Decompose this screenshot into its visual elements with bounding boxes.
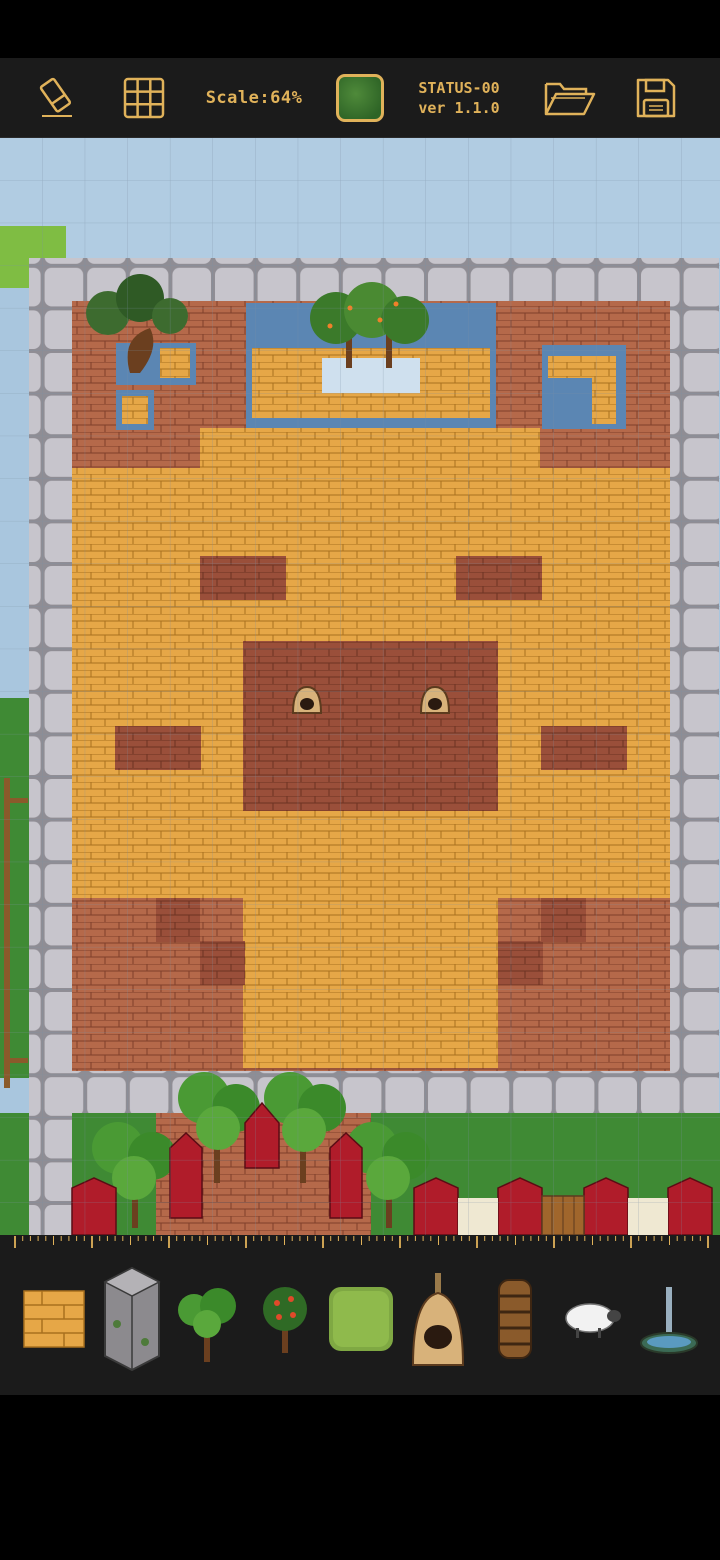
- map-svg: [0, 138, 720, 1235]
- palette-sand-brick[interactable]: [19, 1259, 89, 1379]
- palette-stone-pillar[interactable]: [97, 1259, 167, 1379]
- open-file-button[interactable]: [540, 58, 600, 138]
- grass-tile-icon: [329, 1287, 393, 1351]
- color-picker-button[interactable]: [334, 58, 386, 138]
- folder-open-icon: [544, 82, 596, 116]
- palette-grass-tile[interactable]: [326, 1259, 396, 1379]
- sheep-icon: [565, 1303, 621, 1338]
- version-label: ver 1.1.0: [418, 99, 500, 117]
- grid-icon: [123, 77, 165, 119]
- grid-toggle-button[interactable]: [118, 58, 170, 138]
- save-button[interactable]: [630, 58, 682, 138]
- orange-tree-icon: [263, 1287, 307, 1353]
- map-canvas[interactable]: [0, 138, 720, 1235]
- grid-overlay: [0, 138, 720, 1235]
- palette-clay-oven[interactable]: [403, 1259, 473, 1379]
- palette-green-tree[interactable]: [172, 1259, 242, 1379]
- scale-label: Scale:64%: [205, 88, 303, 108]
- fountain-icon: [640, 1287, 698, 1354]
- sand-brick-icon: [23, 1290, 85, 1348]
- save-icon: [636, 78, 676, 118]
- status-info: STATUS-00 ver 1.1.0: [404, 58, 514, 138]
- system-status-bar: [0, 0, 720, 58]
- eraser-icon: [39, 77, 72, 117]
- navigation-area: [0, 1395, 720, 1560]
- palette-fountain[interactable]: [634, 1259, 704, 1379]
- wooden-barrel-icon: [498, 1279, 532, 1359]
- stone-pillar-icon: [103, 1266, 161, 1372]
- eraser-button[interactable]: [30, 58, 82, 138]
- palette-wooden-barrel[interactable]: [480, 1259, 550, 1379]
- green-tree-icon: [178, 1288, 236, 1362]
- current-color-swatch: [336, 74, 384, 122]
- ruler-ticks: [14, 1236, 709, 1248]
- tile-palette: [0, 1249, 720, 1395]
- palette-orange-tree[interactable]: [250, 1259, 320, 1379]
- palette-sheep[interactable]: [556, 1259, 626, 1379]
- editor-toolbar: Scale:64% STATUS-00 ver 1.1.0: [0, 58, 720, 138]
- status-label: STATUS-00: [418, 79, 500, 97]
- clay-oven-icon: [411, 1273, 465, 1366]
- ruler: [0, 1235, 720, 1249]
